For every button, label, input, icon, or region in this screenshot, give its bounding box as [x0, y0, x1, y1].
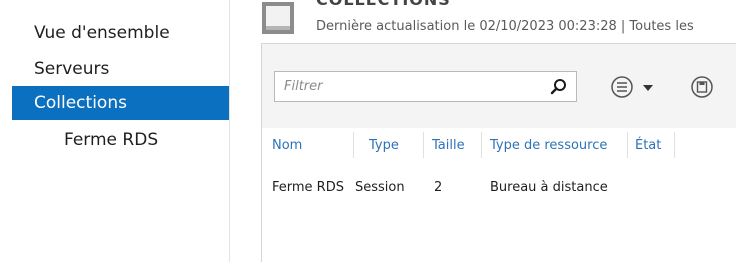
column-header-nom[interactable]: Nom: [272, 138, 302, 153]
sidebar-item-ferme-rds[interactable]: Ferme RDS: [12, 123, 229, 157]
column-header-etat[interactable]: État: [635, 138, 661, 153]
cell-type-de-ressource: Bureau à distance: [490, 180, 608, 195]
sidebar-item-collections[interactable]: Collections: [12, 86, 229, 120]
list-options-button[interactable]: [610, 74, 658, 100]
collections-icon: [262, 2, 294, 34]
column-divider[interactable]: [353, 132, 354, 158]
sidebar-item-label: Collections: [34, 93, 127, 113]
cell-taille: 2: [434, 180, 443, 195]
collections-panel: Nom Type Taille Type de ressource État F…: [261, 43, 736, 262]
column-header-taille[interactable]: Taille: [432, 138, 465, 153]
search-icon[interactable]: [550, 78, 568, 96]
toolbar: [262, 44, 736, 128]
server-manager-window: Vue d'ensemble Serveurs Collections Ferm…: [0, 0, 736, 262]
sidebar-item-overview[interactable]: Vue d'ensemble: [12, 16, 229, 50]
cell-nom: Ferme RDS: [272, 180, 344, 195]
column-header-type-de-ressource[interactable]: Type de ressource: [490, 138, 607, 153]
save-query-icon[interactable]: [690, 75, 714, 99]
column-divider[interactable]: [423, 132, 424, 158]
cell-type: Session: [355, 180, 405, 195]
column-divider[interactable]: [627, 132, 628, 158]
last-refresh-status: Dernière actualisation le 02/10/2023 00:…: [316, 19, 694, 34]
sidebar-item-label: Vue d'ensemble: [34, 23, 170, 43]
chevron-down-icon: [643, 85, 653, 91]
filter-box: [274, 71, 577, 102]
sidebar-item-servers[interactable]: Serveurs: [12, 52, 229, 86]
filter-input[interactable]: [275, 72, 544, 101]
column-header-type[interactable]: Type: [369, 138, 399, 153]
list-options-icon: [611, 76, 633, 98]
column-divider[interactable]: [481, 132, 482, 158]
sidebar-item-label: Serveurs: [34, 59, 110, 79]
sidebar-divider: [229, 0, 230, 262]
column-divider[interactable]: [674, 132, 675, 158]
sidebar: Vue d'ensemble Serveurs Collections Ferm…: [0, 0, 229, 262]
page-title: COLLECTIONS: [316, 0, 451, 9]
sidebar-item-label: Ferme RDS: [64, 130, 159, 150]
